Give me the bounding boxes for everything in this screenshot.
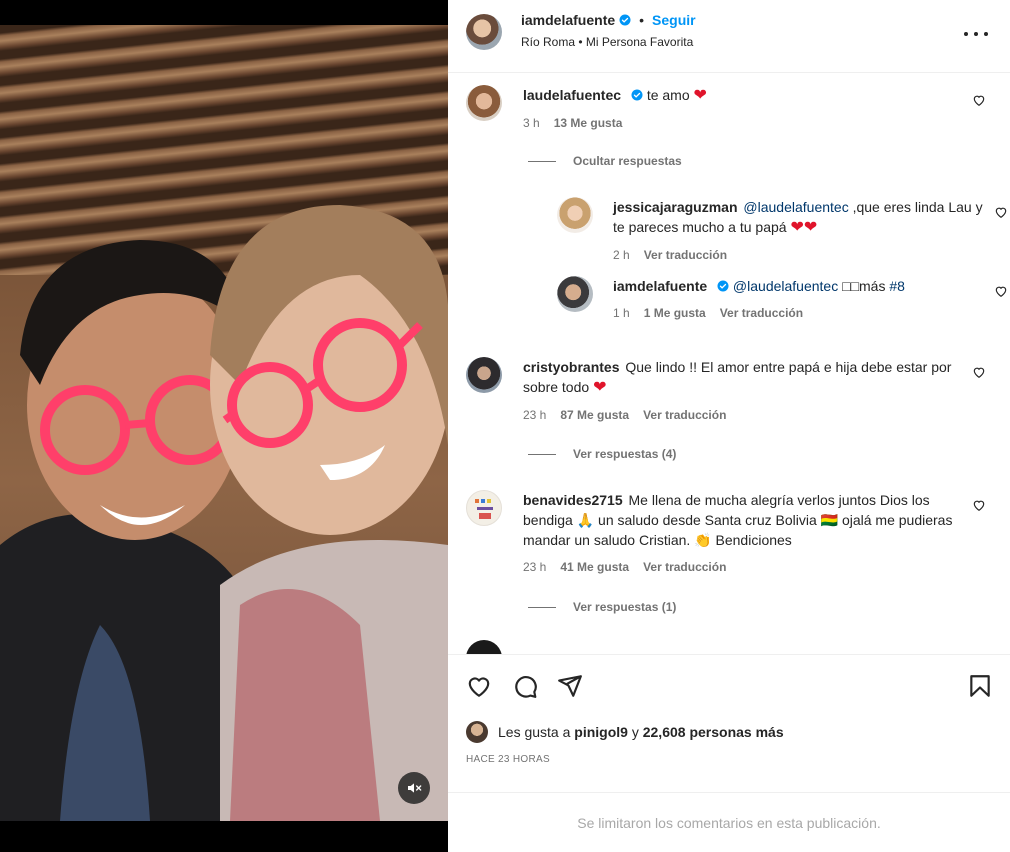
comment-meta: 23 h 87 Me gusta Ver traducción bbox=[523, 407, 963, 423]
comment-meta: 3 h 13 Me gusta bbox=[523, 115, 963, 131]
translate-link[interactable]: Ver traducción bbox=[720, 305, 803, 321]
divider-line bbox=[528, 453, 556, 455]
translate-link[interactable]: Ver traducción bbox=[643, 407, 726, 423]
comment-item: laudelafuentec te amo ❤ 3 h 13 Me gusta bbox=[466, 85, 986, 145]
reply-mention[interactable]: @laudelafuentec bbox=[743, 199, 848, 215]
author-info: iamdelafuente • Seguir Río Roma • Mi Per… bbox=[521, 12, 696, 49]
bookmark-icon[interactable] bbox=[967, 673, 993, 699]
post-header: iamdelafuente • Seguir Río Roma • Mi Per… bbox=[448, 0, 1010, 73]
liked-by-count[interactable]: 22,608 personas más bbox=[643, 724, 784, 740]
comments-list[interactable]: laudelafuentec te amo ❤ 3 h 13 Me gusta … bbox=[448, 74, 1010, 654]
liked-by-user[interactable]: pinigol9 bbox=[574, 724, 628, 740]
photo-people-illustration bbox=[0, 205, 448, 821]
comment-username[interactable]: laudelafuentec bbox=[523, 87, 621, 103]
reply-time[interactable]: 1 h bbox=[613, 305, 630, 321]
replier-avatar[interactable] bbox=[557, 197, 593, 233]
replier-avatar[interactable] bbox=[557, 276, 593, 312]
commenter-avatar[interactable] bbox=[466, 357, 502, 393]
reply-meta: 1 h 1 Me gusta Ver traducción bbox=[613, 305, 993, 321]
view-replies-label: Ver respuestas (1) bbox=[573, 600, 677, 614]
heart-outline-icon[interactable] bbox=[994, 284, 1008, 298]
comment-item: benavides2715 Me llena de mucha alegría … bbox=[466, 490, 986, 580]
comment-time[interactable]: 23 h bbox=[523, 407, 546, 423]
comment-likes[interactable]: 13 Me gusta bbox=[554, 115, 623, 131]
reply-item: jessicajaraguzman @laudelafuentec ,que e… bbox=[526, 197, 1007, 267]
mute-button[interactable] bbox=[398, 772, 430, 804]
speaker-muted-icon bbox=[408, 783, 422, 793]
verified-badge-icon bbox=[717, 280, 729, 292]
comment-time[interactable]: 23 h bbox=[523, 559, 546, 575]
heart-outline-icon[interactable] bbox=[972, 93, 986, 107]
translate-link[interactable]: Ver traducción bbox=[643, 559, 726, 575]
avatar-graphic bbox=[475, 499, 493, 519]
commenter-avatar[interactable] bbox=[466, 85, 502, 121]
reply-body: jessicajaraguzman @laudelafuentec ,que e… bbox=[613, 197, 993, 263]
comment-item: cristyobrantes Que lindo !! El amor entr… bbox=[466, 357, 986, 427]
comment-time[interactable]: 3 h bbox=[523, 115, 540, 131]
reply-time[interactable]: 2 h bbox=[613, 247, 630, 263]
reply-likes[interactable]: 1 Me gusta bbox=[644, 305, 706, 321]
author-avatar[interactable] bbox=[466, 14, 502, 50]
heart-emoji: ❤ bbox=[693, 87, 707, 104]
view-replies-button[interactable]: Ver respuestas (4) bbox=[528, 447, 676, 461]
liked-by-prefix: Les gusta a bbox=[498, 724, 571, 740]
comment-body: cristyobrantes Que lindo !! El amor entr… bbox=[523, 357, 963, 423]
heart-emoji: ❤ bbox=[593, 379, 607, 396]
liked-by-and: y bbox=[631, 724, 639, 740]
heart-emoji: ❤❤ bbox=[790, 219, 818, 236]
more-options-button[interactable] bbox=[964, 22, 988, 46]
comment-username[interactable]: benavides2715 bbox=[523, 492, 623, 508]
view-replies-label: Ver respuestas (4) bbox=[573, 447, 677, 461]
separator-dot: • bbox=[639, 12, 645, 28]
post-timestamp[interactable]: HACE 23 HORAS bbox=[466, 754, 550, 765]
heart-outline-icon[interactable] bbox=[994, 205, 1008, 219]
comments-limited-notice: Se limitaron los comentarios en esta pub… bbox=[448, 792, 1010, 852]
more-dot-icon bbox=[974, 32, 978, 36]
comment-likes[interactable]: 41 Me gusta bbox=[560, 559, 629, 575]
hide-replies-button[interactable]: Ocultar respuestas bbox=[528, 154, 682, 168]
side-panel: iamdelafuente • Seguir Río Roma • Mi Per… bbox=[448, 0, 1010, 852]
reply-item: iamdelafuente @laudelafuentec □□más #8 1… bbox=[526, 276, 1007, 336]
share-plane-icon[interactable] bbox=[557, 673, 583, 699]
heart-outline-icon[interactable] bbox=[972, 365, 986, 379]
commenter-avatar[interactable] bbox=[466, 490, 502, 526]
comment-meta: 23 h 41 Me gusta Ver traducción bbox=[523, 559, 963, 575]
comment-item-partial bbox=[466, 640, 986, 654]
post-actions: Les gusta a pinigol9 y 22,608 personas m… bbox=[448, 654, 1010, 791]
comment-body: laudelafuentec te amo ❤ 3 h 13 Me gusta bbox=[523, 85, 963, 131]
heart-outline-icon[interactable] bbox=[972, 498, 986, 512]
comment-body: benavides2715 Me llena de mucha alegría … bbox=[523, 490, 963, 575]
reply-hashtag[interactable]: #8 bbox=[889, 278, 905, 294]
more-dot-icon bbox=[964, 32, 968, 36]
liked-by: Les gusta a pinigol9 y 22,608 personas m… bbox=[466, 721, 784, 743]
post-photo bbox=[0, 25, 448, 821]
divider-line bbox=[528, 606, 556, 608]
comment-bubble-icon[interactable] bbox=[512, 673, 538, 699]
liker-avatar[interactable] bbox=[466, 721, 488, 743]
reply-meta: 2 h Ver traducción bbox=[613, 247, 993, 263]
song-info[interactable]: Río Roma • Mi Persona Favorita bbox=[521, 35, 696, 49]
view-replies-button[interactable]: Ver respuestas (1) bbox=[528, 600, 676, 614]
hide-replies-label: Ocultar respuestas bbox=[573, 154, 682, 168]
reply-text: □□más bbox=[842, 278, 886, 294]
follow-button[interactable]: Seguir bbox=[652, 12, 696, 28]
post-media[interactable] bbox=[0, 0, 448, 852]
more-dot-icon bbox=[984, 32, 988, 36]
reply-username[interactable]: jessicajaraguzman bbox=[613, 199, 738, 215]
post-modal: iamdelafuente • Seguir Río Roma • Mi Per… bbox=[0, 0, 1010, 852]
reply-mention[interactable]: @laudelafuentec bbox=[733, 278, 838, 294]
verified-badge-icon bbox=[631, 89, 643, 101]
comment-username[interactable]: cristyobrantes bbox=[523, 359, 619, 375]
translate-link[interactable]: Ver traducción bbox=[644, 247, 727, 263]
reply-body: iamdelafuente @laudelafuentec □□más #8 1… bbox=[613, 276, 993, 321]
divider-line bbox=[528, 160, 556, 162]
commenter-avatar[interactable] bbox=[466, 640, 502, 654]
reply-username[interactable]: iamdelafuente bbox=[613, 278, 707, 294]
comment-text: te amo bbox=[646, 87, 690, 103]
comment-likes[interactable]: 87 Me gusta bbox=[560, 407, 629, 423]
like-heart-icon[interactable] bbox=[466, 673, 492, 699]
author-username[interactable]: iamdelafuente bbox=[521, 12, 615, 28]
verified-badge-icon bbox=[619, 14, 631, 26]
